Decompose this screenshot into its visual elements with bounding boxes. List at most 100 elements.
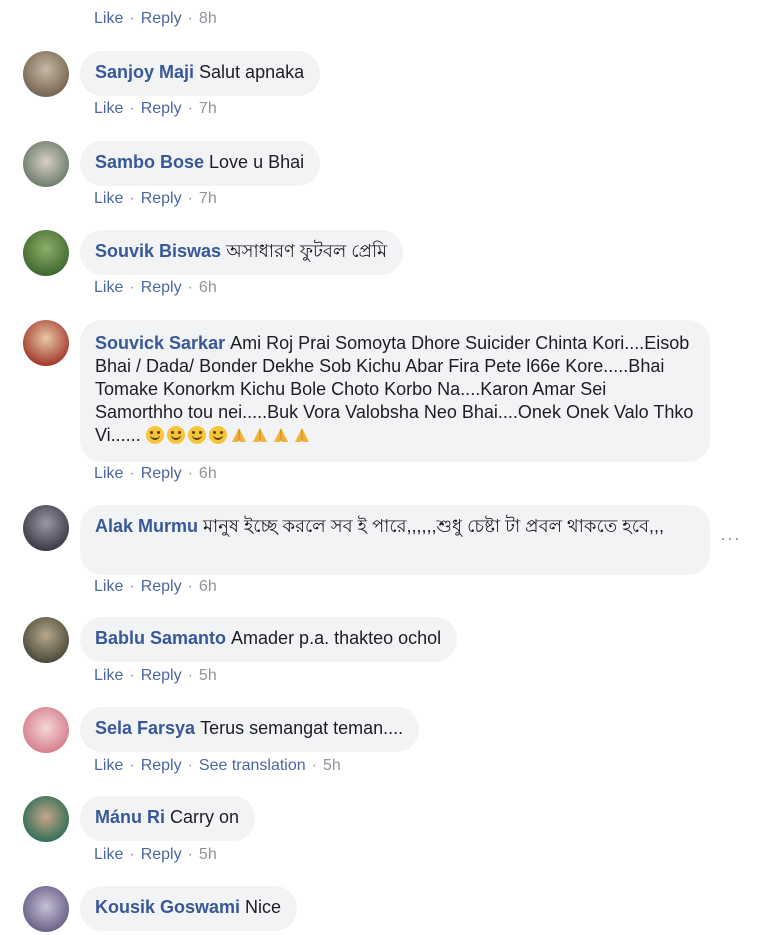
separator-dot: · xyxy=(129,279,135,296)
comment-author[interactable]: Kousik Goswami xyxy=(95,897,240,917)
comment-text: Nice xyxy=(245,897,282,917)
separator-dot: · xyxy=(187,190,193,207)
comment-time[interactable]: 6h xyxy=(199,465,217,482)
comment-actions: Like · Reply · See translation · 5h xyxy=(94,757,341,775)
like-link[interactable]: Like xyxy=(94,757,123,774)
comment-author[interactable]: Sanjoy Maji xyxy=(95,62,194,82)
like-link[interactable]: Like xyxy=(94,190,123,207)
comment-time[interactable]: 7h xyxy=(199,100,217,117)
avatar[interactable] xyxy=(23,141,69,187)
comment-bubble: Mánu Ri Carry on xyxy=(80,796,256,841)
reply-link[interactable]: Reply xyxy=(141,757,182,774)
separator-dot: · xyxy=(129,757,135,774)
separator-dot: · xyxy=(129,10,135,27)
reply-link[interactable]: Reply xyxy=(141,279,182,296)
like-link[interactable]: Like xyxy=(94,279,123,296)
comment-text: Terus semangat teman.... xyxy=(200,718,404,738)
comment-bubble: Alak Murmu মানুষ ইচ্ছে করলে সব ই পারে,,,,… xyxy=(80,505,710,575)
comment-bubble: Sambo Bose Love u Bhai xyxy=(80,141,321,186)
comment-author[interactable]: Souvik Biswas xyxy=(95,241,221,261)
avatar[interactable] xyxy=(23,505,69,551)
pray-emoji xyxy=(252,428,267,442)
avatar[interactable] xyxy=(23,707,69,753)
comment-text: অসাধারণ ফুটবল প্রেমি xyxy=(226,241,388,261)
avatar[interactable] xyxy=(23,51,69,97)
separator-dot: · xyxy=(187,757,193,774)
like-link[interactable]: Like xyxy=(94,465,123,482)
like-link[interactable]: Like xyxy=(94,100,123,117)
comment-bubble: Kousik Goswami Nice xyxy=(80,886,298,931)
reply-link[interactable]: Reply xyxy=(141,465,182,482)
comment-bubble: Sela Farsya Terus semangat teman.... xyxy=(80,707,420,752)
comment-text: মানুষ ইচ্ছে করলে সব ই পারে,,,,,,শুধু চেষ… xyxy=(203,516,664,536)
separator-dot: · xyxy=(187,465,193,482)
comment-actions: Like · Reply · 8h xyxy=(94,10,217,28)
comment-author[interactable]: Sela Farsya xyxy=(95,718,195,738)
comment-bubble: Sanjoy Maji Salut apnaka xyxy=(80,51,321,96)
comment-time[interactable]: 5h xyxy=(199,667,217,684)
like-link[interactable]: Like xyxy=(94,846,123,863)
comment-actions: Like · Reply · 6h xyxy=(94,465,217,483)
comment-time[interactable]: 6h xyxy=(199,279,217,296)
separator-dot: · xyxy=(129,578,135,595)
comment-actions: Like · Reply · 7h xyxy=(94,190,217,208)
pray-emoji xyxy=(231,428,246,442)
comment-text: Salut apnaka xyxy=(199,62,305,82)
separator-dot: · xyxy=(311,757,317,774)
reply-link[interactable]: Reply xyxy=(141,846,182,863)
comment-time[interactable]: 6h xyxy=(199,578,217,595)
comment-bubble: Souvik Biswas অসাধারণ ফুটবল প্রেমি xyxy=(80,230,404,275)
separator-dot: · xyxy=(129,190,135,207)
separator-dot: · xyxy=(129,846,135,863)
comment-author[interactable]: Bablu Samanto xyxy=(95,628,226,648)
smile-emoji xyxy=(187,426,206,444)
comment-time[interactable]: 7h xyxy=(199,190,217,207)
emoji-group xyxy=(141,425,314,445)
reply-link[interactable]: Reply xyxy=(141,667,182,684)
smile-emoji xyxy=(166,426,185,444)
separator-dot: · xyxy=(187,578,193,595)
separator-dot: · xyxy=(129,100,135,117)
avatar[interactable] xyxy=(23,796,69,842)
separator-dot: · xyxy=(187,846,193,863)
comment-time[interactable]: 5h xyxy=(323,757,341,774)
comment-time[interactable]: 5h xyxy=(199,846,217,863)
separator-dot: · xyxy=(129,667,135,684)
like-link[interactable]: Like xyxy=(94,10,123,27)
reply-link[interactable]: Reply xyxy=(141,578,182,595)
comment-bubble: Souvick Sarkar Ami Roj Prai Somoyta Dhore… xyxy=(80,320,710,462)
comment-time[interactable]: 8h xyxy=(199,10,217,27)
see-translation-link[interactable]: See translation xyxy=(199,757,306,774)
like-link[interactable]: Like xyxy=(94,578,123,595)
comment-author[interactable]: Souvick Sarkar xyxy=(95,333,225,353)
avatar[interactable] xyxy=(23,230,69,276)
comment-author[interactable]: Sambo Bose xyxy=(95,152,204,172)
avatar[interactable] xyxy=(23,617,69,663)
comment-actions: Like · Reply · 6h xyxy=(94,279,217,297)
comment-actions: Like · Reply · 5h xyxy=(94,667,217,685)
reply-link[interactable]: Reply xyxy=(141,100,182,117)
reply-link[interactable]: Reply xyxy=(141,10,182,27)
pray-emoji xyxy=(273,428,288,442)
comment-author[interactable]: Alak Murmu xyxy=(95,516,198,536)
comment-actions: Like · Reply · 7h xyxy=(94,100,217,118)
comment-text: Love u Bhai xyxy=(209,152,305,172)
comment-text: Amader p.a. thakteo ochol xyxy=(231,628,442,648)
separator-dot: · xyxy=(187,100,193,117)
separator-dot: · xyxy=(129,465,135,482)
pray-emoji xyxy=(294,428,309,442)
separator-dot: · xyxy=(187,667,193,684)
reply-link[interactable]: Reply xyxy=(141,190,182,207)
like-link[interactable]: Like xyxy=(94,667,123,684)
separator-dot: · xyxy=(187,279,193,296)
comment-actions: Like · Reply · 6h xyxy=(94,578,217,596)
comment-bubble: Bablu Samanto Amader p.a. thakteo ochol xyxy=(80,617,458,662)
more-options-icon[interactable]: ··· xyxy=(720,528,741,549)
avatar[interactable] xyxy=(23,886,69,932)
separator-dot: · xyxy=(187,10,193,27)
smile-emoji xyxy=(145,426,164,444)
comment-author[interactable]: Mánu Ri xyxy=(95,807,165,827)
smile-emoji xyxy=(208,426,227,444)
comment-text: Carry on xyxy=(170,807,240,827)
avatar[interactable] xyxy=(23,320,69,366)
